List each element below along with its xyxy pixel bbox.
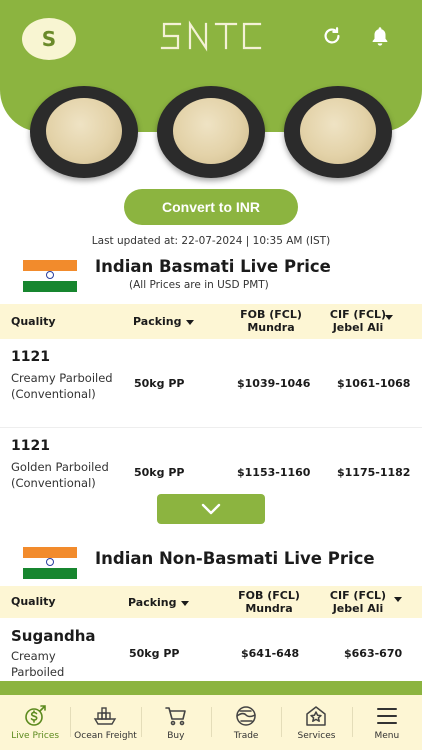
column-packing-label: Packing [128, 596, 177, 609]
column-quality: Quality [11, 595, 56, 608]
column-fob-line1: FOB (FCL) [240, 308, 302, 321]
column-packing-label: Packing [133, 315, 182, 328]
nav-menu-label: Menu [374, 731, 400, 741]
expand-table-button[interactable] [157, 494, 265, 524]
packing-value: 50kg PP [134, 377, 185, 390]
sort-down-icon[interactable] [394, 597, 402, 602]
last-updated-text: Last updated at: 22-07-2024 | 10:35 AM (… [91, 235, 331, 247]
nav-live-prices[interactable]: Live Prices [0, 695, 70, 750]
chevron-down-icon [201, 503, 221, 515]
nav-divider [70, 707, 72, 737]
packing-value: 50kg PP [129, 647, 180, 660]
quality-description: Creamy Parboiled [11, 649, 65, 679]
quality-code: 1121 [11, 349, 50, 365]
trade-icon [236, 706, 256, 726]
column-cif-sort[interactable]: CIF (FCL) Jebel Ali [320, 589, 396, 615]
services-icon [306, 706, 327, 726]
quality-code: Sugandha [11, 627, 96, 645]
bell-icon[interactable] [366, 22, 394, 50]
table-row[interactable]: 1121 Creamy Parboiled (Conventional) 50k… [0, 339, 422, 428]
basmati-section-title: Indian Basmati Live Price [95, 257, 331, 276]
nav-buy[interactable]: Buy [140, 695, 211, 750]
menu-icon [376, 708, 397, 724]
section-divider [0, 681, 422, 695]
india-flag-icon [23, 547, 77, 580]
nav-trade-label: Trade [233, 731, 259, 741]
sort-down-icon[interactable] [385, 315, 393, 320]
nav-trade[interactable]: Trade [210, 695, 281, 750]
fob-price: $1039-1046 [237, 377, 311, 390]
fob-price: $641-648 [241, 647, 300, 660]
packing-value: 50kg PP [134, 466, 185, 479]
column-fob: FOB (FCL) Mundra [238, 308, 304, 334]
column-fob-line1: FOB (FCL) [238, 589, 300, 602]
quality-code: 1121 [11, 438, 50, 454]
nav-divider [281, 707, 283, 737]
nav-ocean-freight[interactable]: Ocean Freight [70, 695, 140, 750]
rice-bowl-image [284, 86, 392, 178]
nav-divider [140, 707, 142, 737]
nav-divider [351, 707, 353, 737]
table-row[interactable]: Sugandha Creamy Parboiled 50kg PP $641-6… [0, 618, 422, 681]
sort-down-icon [180, 600, 189, 606]
basmati-section-subtitle: (All Prices are in USD PMT) [129, 279, 269, 291]
nav-services[interactable]: Services [281, 695, 351, 750]
column-fob: FOB (FCL) Mundra [234, 589, 304, 615]
sntc-logo [160, 20, 262, 52]
basmati-table-body[interactable]: 1121 Creamy Parboiled (Conventional) 50k… [0, 339, 422, 495]
nav-buy-label: Buy [167, 731, 185, 741]
column-cif-line1: CIF (FCL) [329, 589, 387, 602]
nav-live-prices-label: Live Prices [11, 731, 60, 741]
refresh-icon[interactable] [318, 22, 346, 50]
convert-to-inr-button[interactable]: Convert to INR [124, 189, 298, 225]
column-fob-line2: Mundra [247, 321, 295, 334]
live-prices-icon [25, 705, 46, 726]
nav-divider [210, 707, 212, 737]
nav-services-label: Services [297, 731, 336, 741]
column-packing-sort[interactable]: Packing [128, 596, 189, 609]
ship-icon [94, 707, 117, 725]
rice-bowl-image [30, 86, 138, 178]
sort-down-icon [185, 319, 194, 325]
nav-menu[interactable]: Menu [351, 695, 422, 750]
column-packing-sort[interactable]: Packing [133, 315, 194, 328]
quality-description: Creamy Parboiled (Conventional) [11, 371, 113, 401]
fob-price: $1153-1160 [237, 466, 311, 479]
non-basmati-table-body[interactable]: Sugandha Creamy Parboiled 50kg PP $641-6… [0, 618, 422, 681]
avatar[interactable]: S [22, 18, 76, 60]
column-cif-line2: Jebel Ali [332, 321, 384, 334]
cif-price: $1061-1068 [337, 377, 411, 390]
quality-description: Golden Parboiled (Conventional) [11, 460, 109, 490]
cif-price: $663-670 [344, 647, 403, 660]
column-quality: Quality [11, 315, 56, 328]
cif-price: $1175-1182 [337, 466, 411, 479]
india-flag-icon [23, 260, 77, 293]
basmati-table-header: Quality Packing FOB (FCL) Mundra CIF (FCL… [0, 304, 422, 339]
column-fob-line2: Mundra [245, 602, 293, 615]
column-cif-line2: Jebel Ali [332, 602, 384, 615]
column-cif-sort[interactable]: CIF (FCL) Jebel Ali [320, 308, 396, 334]
table-row[interactable]: 1121 Golden Parboiled (Conventional) 50k… [0, 428, 422, 495]
non-basmati-section-title: Indian Non-Basmati Live Price [95, 549, 375, 568]
nav-ocean-freight-label: Ocean Freight [74, 731, 137, 741]
cart-icon [165, 707, 186, 726]
rice-bowl-image [157, 86, 265, 178]
non-basmati-table-header: Quality Packing FOB (FCL) Mundra CIF (FCL… [0, 586, 422, 618]
bottom-navigation: Live Prices Ocean Freight Buy Trade Serv… [0, 695, 422, 750]
avatar-initial: S [41, 27, 57, 51]
